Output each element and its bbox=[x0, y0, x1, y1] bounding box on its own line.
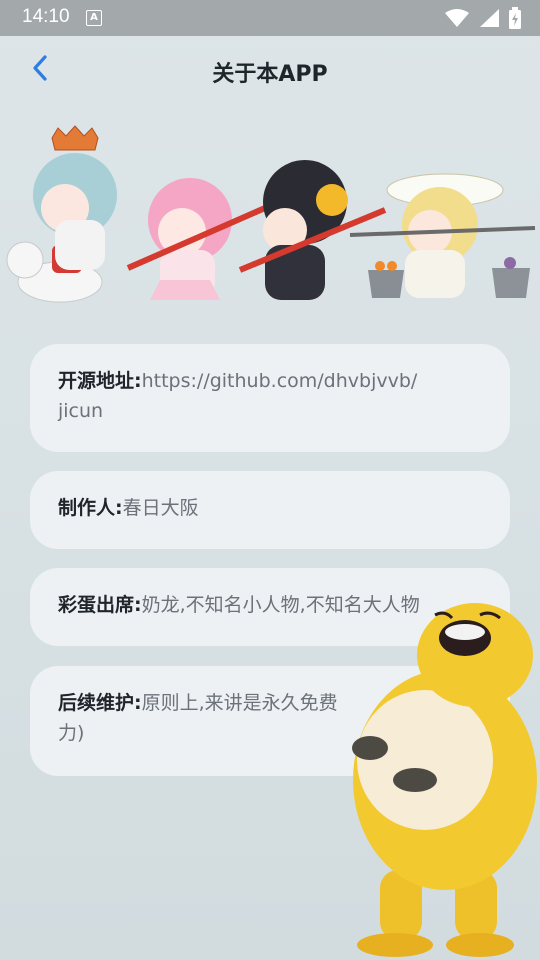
status-icons bbox=[444, 7, 522, 29]
maintenance-label: 后续维护: bbox=[58, 692, 142, 714]
card-author: 制作人:春日大阪 bbox=[30, 471, 510, 549]
wifi-icon bbox=[445, 9, 469, 27]
battery-icon bbox=[509, 7, 521, 29]
card-source-url[interactable]: 开源地址:https://github.com/dhvbjvvb/ jicun bbox=[30, 344, 510, 452]
page-title: 关于本APP bbox=[212, 62, 328, 87]
app-header: 关于本APP bbox=[0, 36, 540, 104]
sticker-character bbox=[352, 603, 537, 957]
signal-icon bbox=[480, 9, 499, 27]
source-url-label: 开源地址: bbox=[58, 370, 142, 392]
status-time: 14:10 bbox=[22, 6, 70, 27]
banner-illustration bbox=[6, 125, 536, 303]
author-label: 制作人: bbox=[58, 497, 123, 519]
status-bar: 14:10 A bbox=[0, 0, 540, 36]
maintenance-value: 原则上,来讲是永久免费 bbox=[141, 692, 338, 714]
status-indicator: A bbox=[86, 10, 102, 26]
easter-egg-label: 彩蛋出席: bbox=[58, 594, 142, 616]
author-value: 春日大阪 bbox=[122, 497, 199, 519]
